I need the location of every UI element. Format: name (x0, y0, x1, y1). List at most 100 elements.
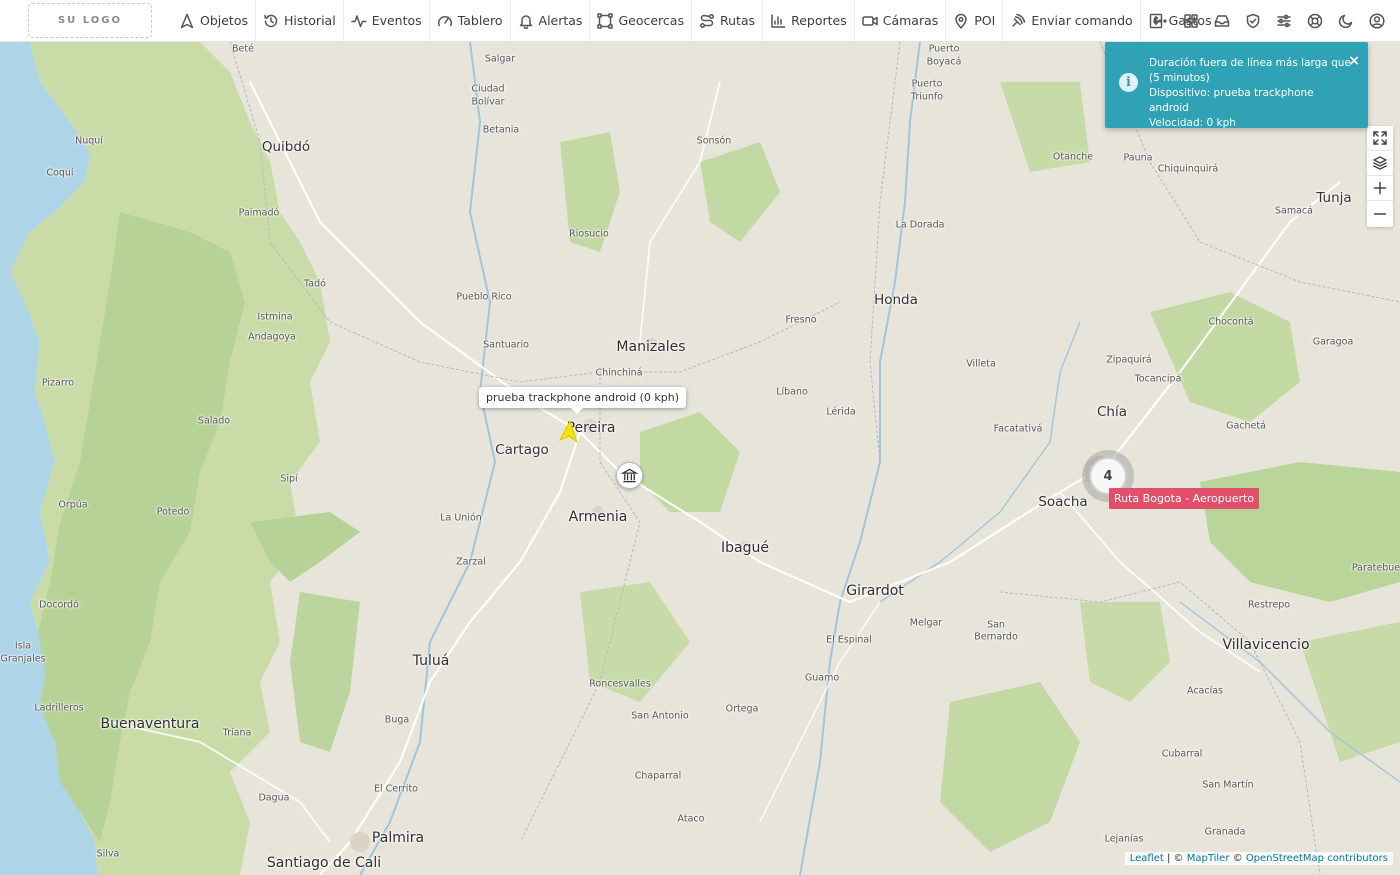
nav-alertas-label: Alertas (538, 13, 583, 28)
map-place-label: Chaparral (634, 770, 682, 782)
shield-button[interactable] (1237, 0, 1268, 41)
nav-poi[interactable]: POI (946, 0, 1002, 41)
nav-eventos[interactable]: Eventos (344, 0, 429, 41)
map-place-label: Riosucio (569, 228, 609, 240)
poi-marker[interactable] (616, 462, 643, 489)
map-place-label: San Martín (1202, 779, 1254, 791)
top-navigation-bar: SU LOGO Objetos Historial Eventos Tabler… (0, 0, 1400, 42)
nav-rutas-label: Rutas (719, 13, 756, 28)
nav-poi-label: POI (974, 13, 996, 28)
dark-mode-toggle[interactable] (1330, 0, 1361, 41)
map-place-label: Restrepo (1247, 599, 1291, 611)
maptiler-link[interactable]: MapTiler (1187, 853, 1230, 864)
map-place-label: Coquí (46, 167, 74, 179)
map-place-label: Triana (222, 727, 252, 739)
nav-geocercas-label: Geocercas (618, 13, 684, 28)
nav-tablero[interactable]: Tablero (430, 0, 510, 41)
map-place-label: Docordó (39, 599, 79, 611)
map-place-label: Granada (1204, 826, 1246, 838)
gauge-icon (437, 15, 452, 26)
map-place-label: Puerto (928, 43, 960, 55)
map-place-label: Melgar (909, 617, 943, 629)
user-account-button[interactable] (1361, 0, 1392, 41)
map-place-label: Tunja (1316, 190, 1352, 206)
nav-objetos[interactable]: Objetos (172, 0, 255, 41)
map-place-label: Nuquí (75, 135, 103, 147)
zoom-out-button[interactable] (1367, 201, 1393, 226)
nav-geocercas[interactable]: Geocercas (590, 0, 691, 41)
map-place-label: Lejanías (1104, 833, 1144, 845)
osm-link[interactable]: OpenStreetMap contributors (1246, 853, 1388, 864)
map-place-label: Gachetá (1226, 420, 1266, 432)
notification-text: Duración fuera de línea más larga que (5… (1149, 56, 1354, 131)
grid-icon (1183, 13, 1198, 28)
nav-camaras[interactable]: Cámaras (855, 0, 946, 41)
more-button[interactable] (1144, 0, 1175, 41)
map-place-label: San Antonio (631, 710, 689, 722)
map-place-label: Pizarro (41, 377, 75, 389)
map-place-label: La Dorada (895, 219, 945, 231)
map-place-label: Chocontá (1208, 316, 1254, 328)
zoom-in-button[interactable] (1367, 176, 1393, 201)
grid-button[interactable] (1175, 0, 1206, 41)
nav-historial-label: Historial (284, 13, 336, 28)
device-tooltip: prueba trackphone android (0 kph) (479, 387, 687, 414)
support-button[interactable] (1299, 0, 1330, 41)
nav-reportes[interactable]: Reportes (763, 0, 854, 41)
info-icon: i (1119, 73, 1138, 92)
map-place-label: Pauna (1123, 152, 1153, 164)
map-place-label: Salado (197, 415, 231, 427)
leaflet-link[interactable]: Leaflet (1130, 853, 1164, 864)
expand-icon (1373, 131, 1387, 145)
bank-icon (621, 468, 638, 483)
map-place-label: Paratebue (1351, 562, 1400, 574)
logo-placeholder[interactable]: SU LOGO (28, 3, 152, 38)
map-place-label: Buenaventura (100, 716, 200, 732)
map-place-label: Chinchiná (595, 367, 643, 379)
fullscreen-button[interactable] (1367, 126, 1393, 151)
map-place-label: Beté (232, 43, 254, 55)
map-place-label: Dagua (258, 792, 290, 804)
attribution-sep: | © (1163, 853, 1187, 864)
map-canvas[interactable]: Beté Salgar Ciudad Bolívar Betania Quibdó Nuqu… (0, 42, 1400, 875)
activity-icon (350, 14, 367, 27)
map-place-label: Facatativá (993, 423, 1043, 435)
plus-icon (1373, 181, 1387, 195)
map-place-label: Puerto (911, 78, 943, 90)
nav-historial[interactable]: Historial (256, 0, 343, 41)
map-place-label: Orpúa (58, 499, 88, 511)
map-place-label: Potedo (156, 506, 190, 518)
settings-sliders-button[interactable] (1268, 0, 1299, 41)
inbox-button[interactable] (1206, 0, 1237, 41)
map-place-label: Girardot (846, 583, 904, 599)
map-place-label: Santiago de Cali (266, 855, 382, 871)
map-place-label: Quibdó (261, 139, 311, 155)
nav-enviar-comando[interactable]: Enviar comando (1003, 0, 1139, 41)
map-place-label: Líbano (776, 386, 808, 398)
map-place-label: Acacías (1186, 685, 1224, 697)
map-place-label: Garagoa (1312, 336, 1354, 348)
map-place-label: Palmira (371, 830, 425, 846)
map-place-label: Granjales (0, 653, 46, 665)
nav-eventos-label: Eventos (371, 13, 422, 28)
device-arrow-icon[interactable] (557, 420, 579, 444)
notification-line-4: Velocidad: 0 kph (1149, 117, 1236, 129)
sliders-icon (1276, 14, 1291, 27)
notification-line-1: Duración fuera de línea más larga que (1149, 57, 1351, 69)
user-circle-icon (1368, 12, 1385, 29)
nav-alertas[interactable]: Alertas (511, 0, 590, 41)
notification-close-button[interactable]: × (1348, 53, 1360, 69)
map-place-label: Sipí (280, 473, 298, 485)
map-place-label: Salgar (484, 53, 516, 65)
nav-rutas[interactable]: Rutas (692, 0, 762, 41)
layers-icon (1373, 156, 1387, 170)
route-label[interactable]: Ruta Bogota - Aeropuerto (1109, 488, 1260, 509)
satellite-icon (1012, 13, 1026, 27)
map-place-label: Paimadó (238, 207, 280, 219)
map-place-label: Andagoya (248, 331, 296, 343)
attribution-sep2: © (1229, 853, 1246, 864)
inbox-icon (1214, 14, 1229, 27)
layers-button[interactable] (1367, 151, 1393, 176)
map-place-label: Isla (14, 640, 32, 652)
map-place-label: Boyacá (926, 56, 962, 68)
